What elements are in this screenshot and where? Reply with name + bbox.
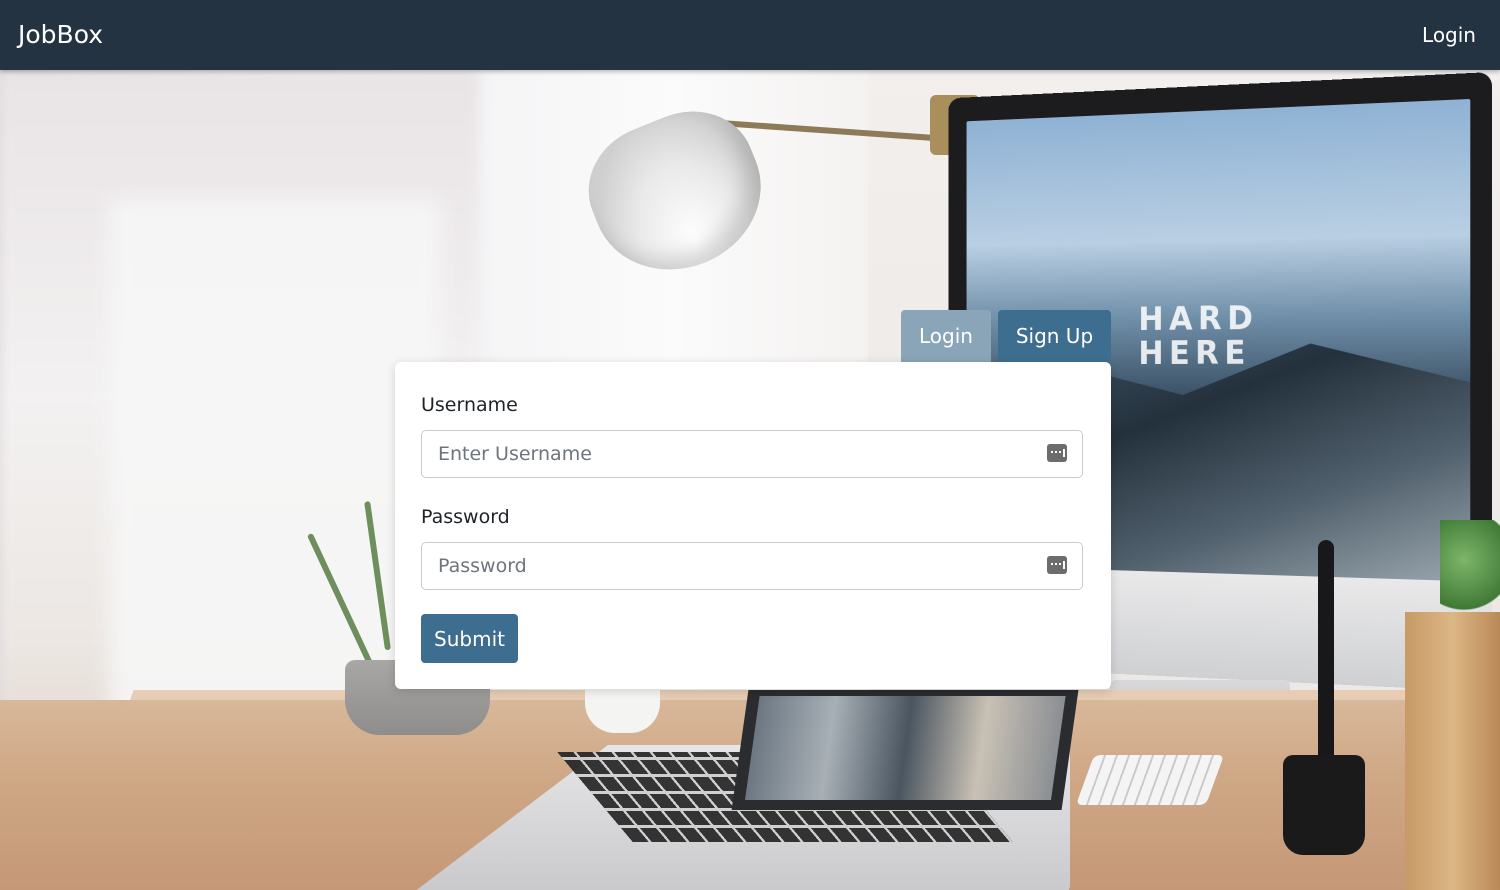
succulent-plant [1440, 520, 1500, 620]
tab-login[interactable]: Login [901, 310, 991, 362]
laptop-screen [731, 690, 1079, 810]
cup [585, 688, 660, 733]
signup-form-card: Username Password Submit [395, 362, 1111, 689]
wooden-planter [1405, 612, 1500, 890]
password-field-wrapper [421, 542, 1083, 590]
pen-holder [1283, 755, 1365, 855]
password-manager-key-icon[interactable] [1047, 556, 1067, 574]
password-manager-key-icon[interactable] [1047, 444, 1067, 462]
auth-tabs: Login Sign Up [901, 310, 1111, 362]
submit-button[interactable]: Submit [421, 614, 518, 663]
nav-login-link[interactable]: Login [1422, 0, 1476, 70]
username-input[interactable] [422, 431, 1038, 477]
wallpaper-text: HARD HERE [1138, 299, 1259, 373]
password-input[interactable] [422, 543, 1038, 589]
username-label: Username [421, 394, 518, 416]
wallpaper-text-line-2: HERE [1138, 333, 1251, 373]
stylus-pen [1318, 540, 1334, 770]
brand-logo[interactable]: JobBox [18, 0, 103, 70]
wallpaper-text-line-1: HARD [1138, 299, 1259, 339]
password-label: Password [421, 506, 510, 528]
wireless-keyboard [1075, 755, 1225, 805]
username-field-wrapper [421, 430, 1083, 478]
tab-sign-up[interactable]: Sign Up [998, 310, 1111, 362]
top-navbar: JobBox Login [0, 0, 1500, 70]
